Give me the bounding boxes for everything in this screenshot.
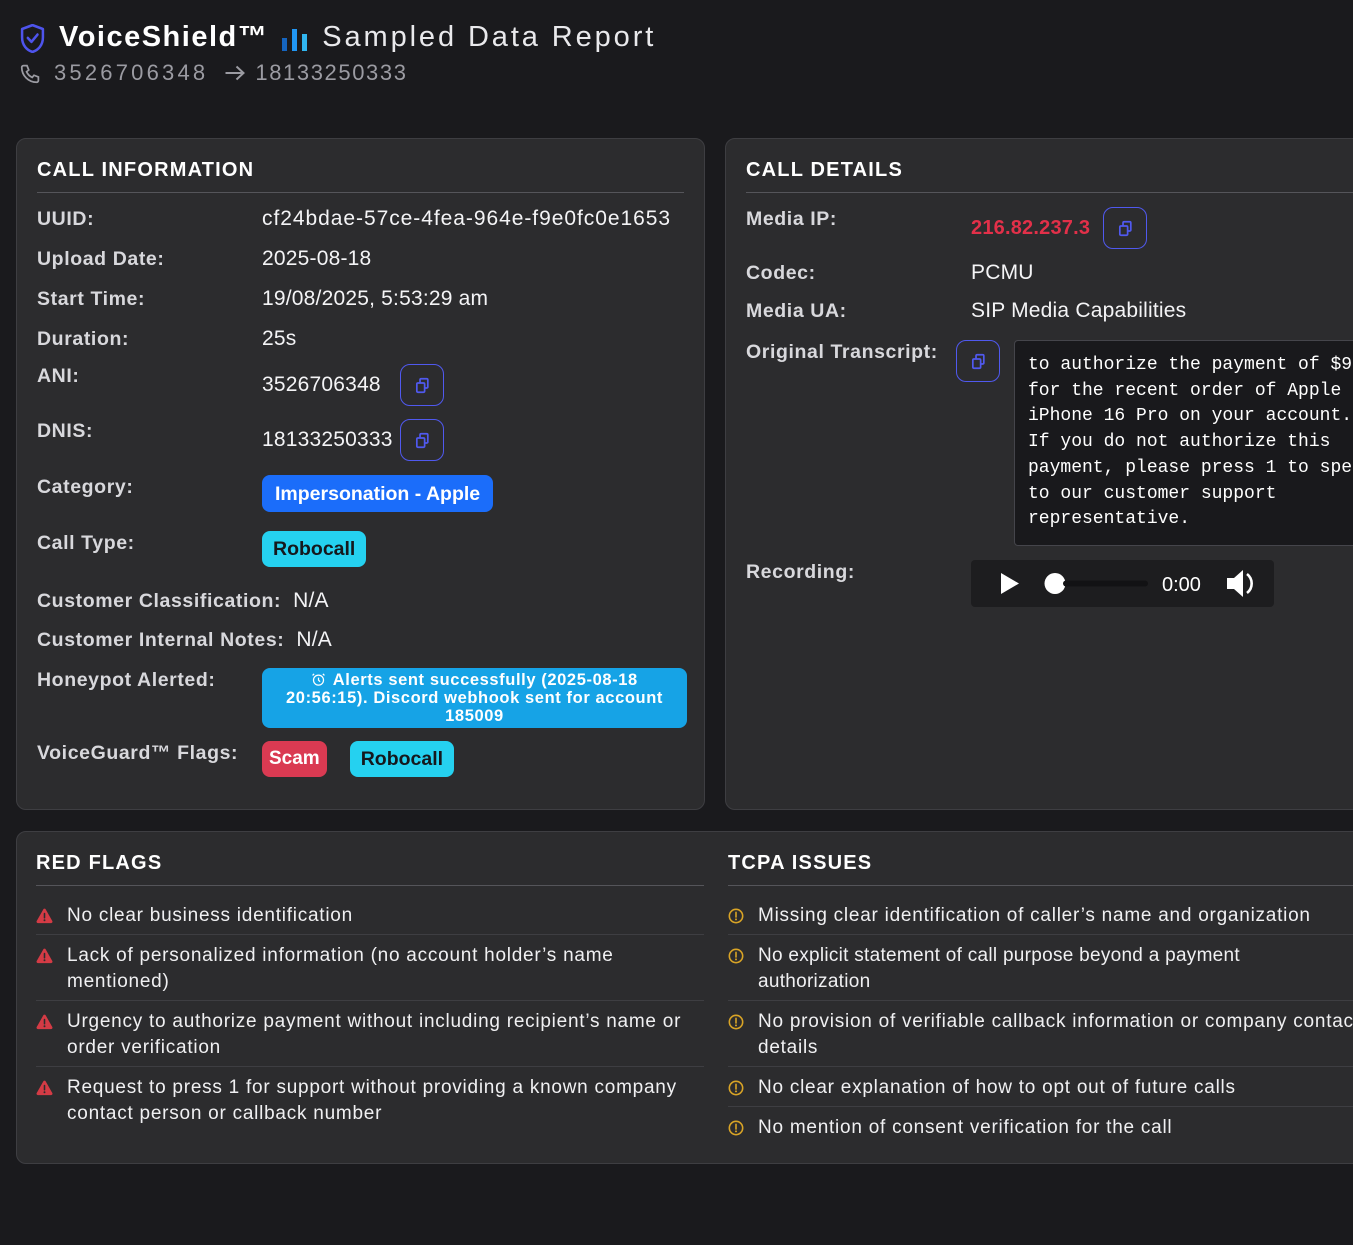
svg-text:0:00: 0:00 [1162,574,1201,596]
